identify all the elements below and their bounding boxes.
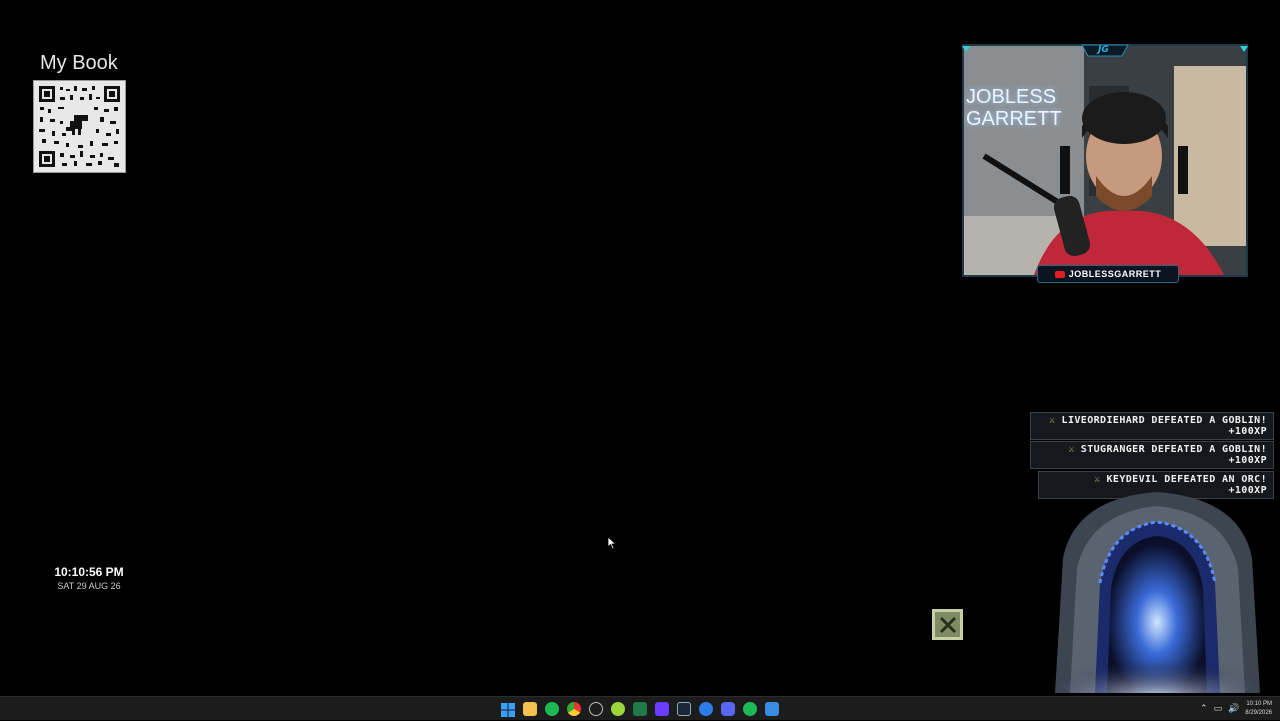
xp-tool-icon[interactable] <box>932 609 963 640</box>
taskbar: ⌃ ▭ 🔊 10:10 PM 8/29/2026 <box>0 696 1280 720</box>
app-blue-icon[interactable] <box>699 702 713 716</box>
chevron-up-icon[interactable]: ⌃ <box>1200 704 1208 714</box>
clock-date: SAT 29 AUG 26 <box>57 581 121 591</box>
app-purple-icon[interactable] <box>655 702 669 716</box>
channel-logo: JG <box>1098 45 1109 55</box>
app-green-icon[interactable] <box>611 702 625 716</box>
book-title: My Book <box>40 52 118 74</box>
channel-name: JOBLESSGARRETT <box>1068 269 1162 279</box>
wall-sign: JOBLESS GARRETT <box>966 86 1062 130</box>
system-tray: ⌃ ▭ 🔊 10:10 PM 8/29/2026 <box>1200 697 1272 721</box>
excel-icon[interactable] <box>633 702 647 716</box>
channel-badge: JOBLESSGARRETT <box>1037 265 1179 283</box>
alert-item: ⚔ STUGRANGER DEFEATED A GOBLIN! +100XP <box>1030 441 1274 469</box>
desktop-clock: 10:10:56 PM SAT 29 AUG 26 <box>40 565 138 591</box>
settings-icon[interactable] <box>589 702 603 716</box>
alert-xp: +100XP <box>1228 455 1267 466</box>
steam-icon[interactable] <box>677 702 691 716</box>
alert-xp: +100XP <box>1228 426 1267 437</box>
alert-text: LIVEORDIEHARD DEFEATED A GOBLIN! <box>1061 415 1267 426</box>
sword-icon: ⚔ <box>1094 474 1101 485</box>
mouse-cursor-icon <box>607 535 617 554</box>
youtube-icon <box>1054 270 1065 278</box>
tray-date: 8/29/2026 <box>1245 710 1272 716</box>
discord-icon[interactable] <box>721 702 735 716</box>
tray-time: 10:10 PM <box>1246 701 1272 707</box>
spotify-icon-2[interactable] <box>743 702 757 716</box>
sword-icon: ⚔ <box>1068 444 1075 455</box>
wall-sign-line-1: JOBLESS <box>966 86 1057 108</box>
volume-icon[interactable]: 🔊 <box>1228 704 1239 714</box>
file-explorer-icon[interactable] <box>523 702 537 716</box>
windows-start-icon[interactable] <box>501 702 515 717</box>
network-icon[interactable]: ▭ <box>1214 704 1223 714</box>
webcam-feed: JOBLESS GARRETT <box>962 44 1248 277</box>
tray-clock[interactable]: 10:10 PM 8/29/2026 <box>1245 700 1272 718</box>
alert-item: ⚔ LIVEORDIEHARD DEFEATED A GOBLIN! +100XP <box>1030 412 1274 440</box>
webcam-frame-top: JG <box>962 44 1248 62</box>
qr-code <box>33 80 126 173</box>
spotify-icon[interactable] <box>545 702 559 716</box>
clock-time: 10:10:56 PM <box>54 565 124 579</box>
portal-artwork <box>1045 488 1270 703</box>
wall-sign-line-2: GARRETT <box>966 108 1062 130</box>
alert-text: STUGRANGER DEFEATED A GOBLIN! <box>1080 444 1267 455</box>
app-blue-2-icon[interactable] <box>765 702 779 716</box>
sword-icon: ⚔ <box>1049 415 1056 426</box>
chrome-icon[interactable] <box>567 702 581 716</box>
